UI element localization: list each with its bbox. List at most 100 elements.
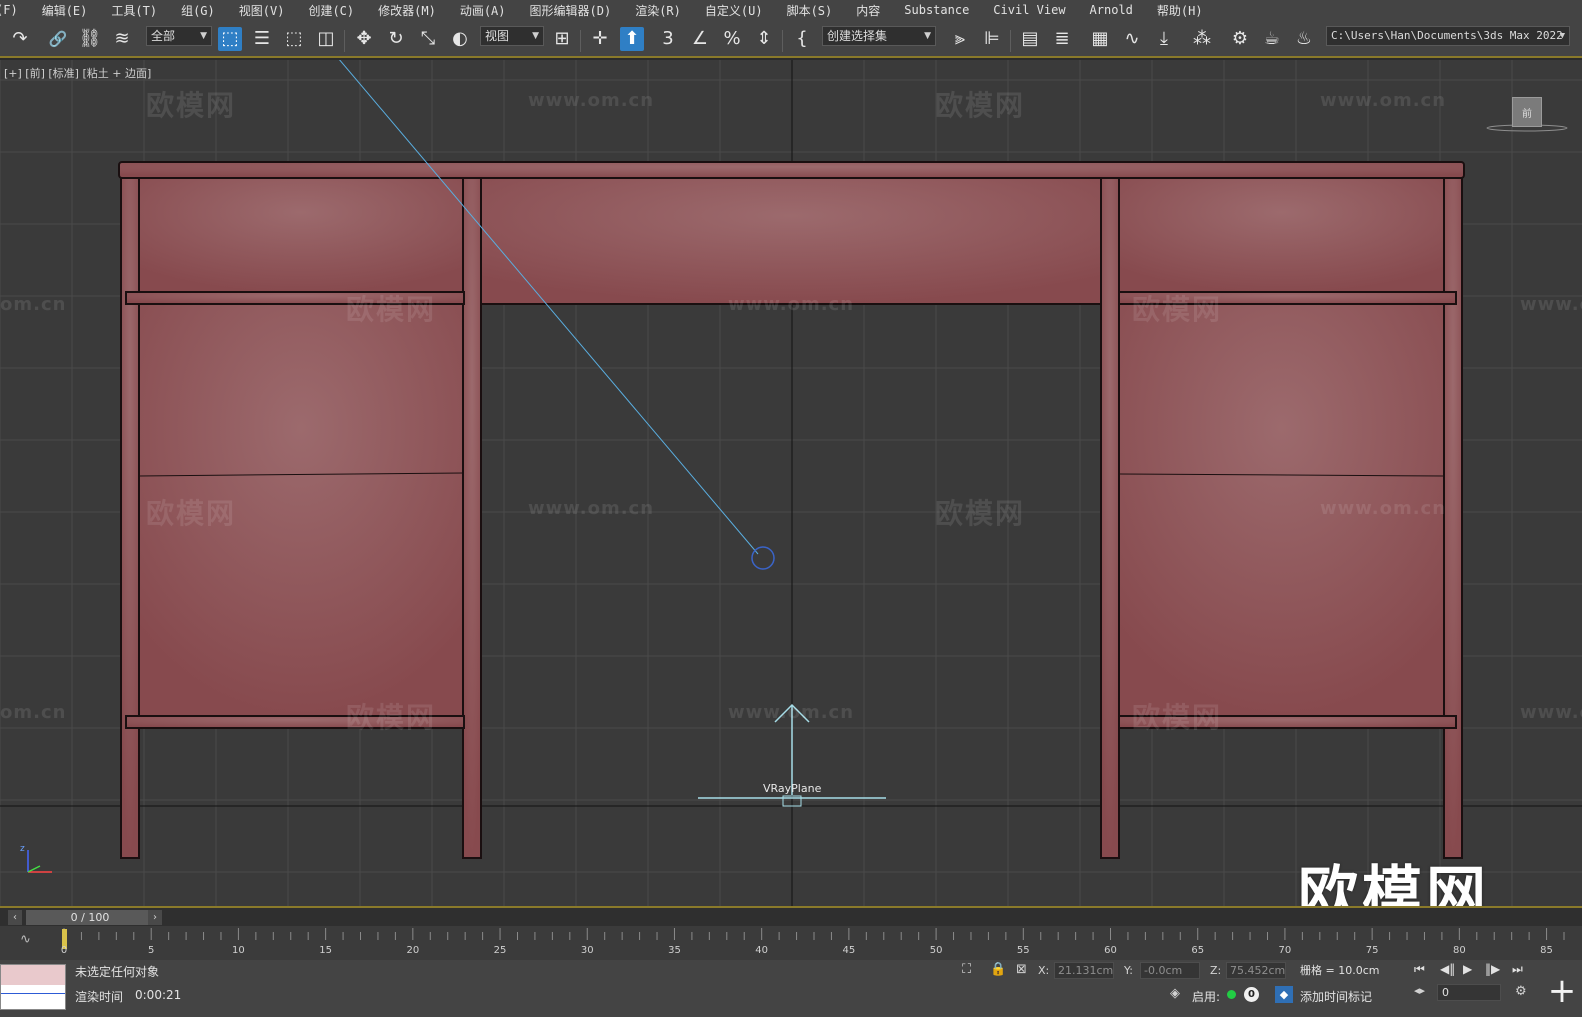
menu-item[interactable]: 视图(V) <box>239 2 285 19</box>
menu-item[interactable]: Civil View <box>993 3 1065 17</box>
listener-input-bar <box>1 965 65 985</box>
viewport-label-menu[interactable]: [+] [前] [标准] [粘土 + 边面] <box>4 65 151 81</box>
menu-item[interactable]: (F) <box>0 3 18 17</box>
render-icon[interactable]: ♨ <box>1292 27 1316 51</box>
watermark-url: www.om.cn <box>528 90 655 111</box>
rect-region-icon[interactable]: ⬚ <box>282 27 306 51</box>
add-time-tag[interactable]: 添加时间标记 <box>1300 988 1372 1005</box>
track-bar[interactable]: ∿ 0 5 10 15 20 25 30 35 40 45 50 55 60 65 70 75 80 85 <box>0 926 1582 960</box>
enable-count[interactable]: 0 <box>1244 987 1259 1002</box>
schematic-view-icon[interactable]: ⁂ <box>1190 27 1214 51</box>
menu-item[interactable]: 创建(C) <box>308 2 354 19</box>
scale-icon[interactable]: ⤡ <box>416 27 440 51</box>
menu-item[interactable]: 工具(T) <box>111 2 157 19</box>
dope-sheet-icon[interactable]: ⤓ <box>1152 27 1176 51</box>
ribbon-icon[interactable]: ▦ <box>1088 27 1112 51</box>
reference-coord-dropdown[interactable]: 视图 ▼ <box>480 26 544 46</box>
link-icon[interactable]: 🔗 <box>46 27 70 51</box>
menu-item[interactable]: 自定义(U) <box>705 2 763 19</box>
absolute-mode-icon[interactable]: ⊠ <box>1016 962 1027 977</box>
go-to-end-icon[interactable]: ⏭ <box>1512 962 1523 977</box>
y-coord-field[interactable]: -0.0cm <box>1140 962 1200 979</box>
center-drawer <box>480 177 1102 305</box>
rotate-icon[interactable]: ↻ <box>384 27 408 51</box>
move-icon[interactable]: ✥ <box>352 27 376 51</box>
frame-spinner-icon[interactable]: ◂▸ <box>1414 984 1425 997</box>
layer-explorer-icon[interactable]: ≣ <box>1050 27 1074 51</box>
watermark: 欧模网 <box>346 701 437 734</box>
previous-frame-icon[interactable]: ◀‖ <box>1440 962 1455 976</box>
next-frame-icon[interactable]: ‖▶ <box>1485 962 1500 976</box>
select-object-icon[interactable]: ⬚ <box>218 27 242 51</box>
manipulate-icon[interactable]: ✛ <box>588 27 612 51</box>
viewcube[interactable]: 前 <box>1512 97 1542 127</box>
time-tag-icon[interactable]: ◆ <box>1275 986 1293 1003</box>
menu-item[interactable]: 修改器(M) <box>378 2 436 19</box>
align-icon[interactable]: ⊫ <box>980 27 1004 51</box>
watermark: 欧模网 <box>146 497 237 530</box>
menu-item[interactable]: Arnold <box>1090 3 1133 17</box>
z-label: Z: <box>1210 964 1222 977</box>
toolbar-separator <box>580 30 581 52</box>
select-by-name-icon[interactable]: ☰ <box>250 27 274 51</box>
menu-item[interactable]: 脚本(S) <box>787 2 833 19</box>
play-icon[interactable]: ▶ <box>1463 962 1472 976</box>
snap-toggle-icon[interactable]: 3 <box>656 27 680 51</box>
maxscript-mini-listener[interactable] <box>0 964 66 1010</box>
unlink-icon[interactable]: ⛓ <box>78 27 102 51</box>
placement-icon[interactable]: ◐ <box>448 27 472 51</box>
desk-leg <box>120 177 140 859</box>
frame-tick-label: 35 <box>668 945 681 956</box>
menu-item[interactable]: 内容 <box>856 2 880 19</box>
menu-item[interactable]: Substance <box>904 3 969 17</box>
selection-lock-icon[interactable]: 🔒 <box>990 962 1006 977</box>
render-setup-icon[interactable]: ☕ <box>1260 27 1284 51</box>
viewport-canvas <box>0 60 1582 906</box>
current-frame-field[interactable]: 0 <box>1437 984 1501 1001</box>
frame-tick-label: 40 <box>755 945 769 956</box>
window-crossing-icon[interactable]: ◫ <box>314 27 338 51</box>
render-time-label: 渲染时间 <box>75 990 124 1004</box>
time-slider[interactable]: ‹ 0 / 100 › <box>0 906 1582 926</box>
undo-icon[interactable]: ↷ <box>8 27 32 51</box>
menu-item[interactable]: 渲染(R) <box>635 2 681 19</box>
keyboard-shortcut-override-icon[interactable]: ⬆ <box>620 27 644 51</box>
angle-snap-icon[interactable]: ∠ <box>688 27 712 51</box>
bind-space-warp-icon[interactable]: ≋ <box>110 27 134 51</box>
watermark-url: www.om.cn <box>1320 498 1447 519</box>
scene-explorer-icon[interactable]: ▤ <box>1018 27 1042 51</box>
watermark-url: www.om.cn <box>1520 294 1582 315</box>
named-selection-dropdown[interactable]: 创建选择集 ▼ <box>822 26 936 46</box>
time-slider-next-icon[interactable]: › <box>148 910 162 925</box>
selection-filter-dropdown[interactable]: 全部 ▼ <box>146 26 212 46</box>
menu-item[interactable]: 编辑(E) <box>42 2 88 19</box>
desk-leg <box>1100 177 1120 859</box>
menu-item[interactable]: 帮助(H) <box>1157 2 1203 19</box>
mirror-icon[interactable]: ⫸ <box>948 27 972 51</box>
isolate-selection-icon[interactable]: ⛶ <box>962 962 971 977</box>
add-viewport-icon[interactable]: + <box>1545 974 1579 1010</box>
percent-snap-icon[interactable]: % <box>720 27 744 51</box>
x-label: X: <box>1038 964 1050 977</box>
edit-named-sets-icon[interactable]: { <box>790 27 814 51</box>
front-viewport[interactable]: 欧模网 www.om.cn 欧模网 www.om.cn om.cn 欧模网 ww… <box>0 60 1582 906</box>
chevron-down-icon: ▼ <box>532 31 539 41</box>
project-path-dropdown[interactable]: C:\Users\Han\Documents\3ds Max 2022 ▼ <box>1326 26 1570 46</box>
time-config-icon[interactable]: ⚙ <box>1515 984 1527 999</box>
menu-item[interactable]: 组(G) <box>181 2 215 19</box>
toolbar-separator <box>782 30 783 52</box>
x-coord-field[interactable]: 21.131cm <box>1054 962 1114 979</box>
menu-bar: (F) 编辑(E) 工具(T) 组(G) 视图(V) 创建(C) 修改器(M) 动画(A) 图形… <box>0 0 1582 20</box>
adaptive-degradation-icon[interactable]: ◈ <box>1170 986 1180 1001</box>
go-to-start-icon[interactable]: ⏮ <box>1414 962 1425 977</box>
status-bar: 未选定任何对象 渲染时间 0:00:21 ⛶ 🔒 ⊠ X: 21.131cm Y… <box>0 960 1582 1017</box>
z-coord-field[interactable]: 75.452cm <box>1226 962 1286 979</box>
menu-item[interactable]: 图形编辑器(D) <box>530 2 612 19</box>
curve-editor-icon[interactable]: ∿ <box>1120 27 1144 51</box>
menu-item[interactable]: 动画(A) <box>460 2 506 19</box>
pivot-icon[interactable]: ⊞ <box>550 27 574 51</box>
time-slider-thumb[interactable]: 0 / 100 <box>26 910 154 925</box>
spinner-snap-icon[interactable]: ⇕ <box>752 27 776 51</box>
material-editor-icon[interactable]: ⚙ <box>1228 27 1252 51</box>
time-slider-prev-icon[interactable]: ‹ <box>8 910 22 925</box>
